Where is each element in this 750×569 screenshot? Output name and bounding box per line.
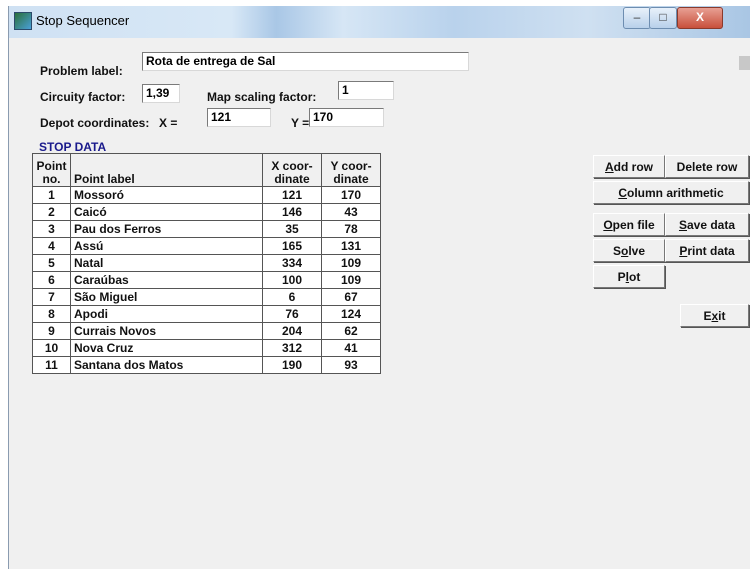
cell-y-coordinate[interactable]: 43 [321,203,381,221]
cell-point-label[interactable]: Caraúbas [70,271,263,289]
cell-point-no[interactable]: 9 [32,322,71,340]
cell-y-coordinate[interactable]: 67 [321,288,381,306]
cell-x-coordinate[interactable]: 165 [262,237,322,255]
cell-x-coordinate[interactable]: 190 [262,356,322,374]
cell-point-label[interactable]: Pau dos Ferros [70,220,263,238]
delete-row-button[interactable]: Delete row [665,155,749,178]
depot-x-field[interactable]: 121 [207,108,271,127]
cell-point-label[interactable]: Santana dos Matos [70,356,263,374]
cell-point-label[interactable]: Caicó [70,203,263,221]
app-icon [14,12,32,30]
column-arithmetic-button[interactable]: Column arithmetic [593,181,749,204]
exit-button[interactable]: Exit [680,304,749,327]
cell-point-no[interactable]: 3 [32,220,71,238]
header-point-no: Point no. [32,153,71,187]
cell-point-no[interactable]: 8 [32,305,71,323]
circuity-factor-field[interactable]: 1,39 [142,84,180,103]
cell-point-label[interactable]: Nova Cruz [70,339,263,357]
cell-y-coordinate[interactable]: 131 [321,237,381,255]
table-row[interactable]: 1 Mossoró 121 170 [32,186,381,204]
cell-point-no[interactable]: 2 [32,203,71,221]
depot-coordinates-caption: Depot coordinates: [40,116,150,130]
depot-y-caption: Y = [291,116,310,130]
save-data-button[interactable]: Save data [665,213,749,236]
depot-y-field[interactable]: 170 [309,108,384,127]
table-row[interactable]: 3 Pau dos Ferros 35 78 [32,220,381,238]
window-title: Stop Sequencer [36,13,130,28]
cell-x-coordinate[interactable]: 100 [262,271,322,289]
open-file-button[interactable]: Open file [593,213,665,236]
table-row[interactable]: 5 Natal 334 109 [32,254,381,272]
plot-button[interactable]: Plot [593,265,665,288]
app-window: Stop Sequencer – □ X Problem label: Rota… [8,6,750,569]
cell-y-coordinate[interactable]: 41 [321,339,381,357]
cell-point-label[interactable]: Apodi [70,305,263,323]
cell-point-no[interactable]: 6 [32,271,71,289]
close-button[interactable]: X [677,7,723,29]
cell-point-label[interactable]: Currais Novos [70,322,263,340]
cell-x-coordinate[interactable]: 76 [262,305,322,323]
cell-point-label[interactable]: Assú [70,237,263,255]
table-row[interactable]: 7 São Miguel 6 67 [32,288,381,306]
cell-y-coordinate[interactable]: 62 [321,322,381,340]
table-row[interactable]: 6 Caraúbas 100 109 [32,271,381,289]
map-scaling-caption: Map scaling factor: [207,90,317,104]
cell-y-coordinate[interactable]: 109 [321,254,381,272]
add-row-button[interactable]: Add row [593,155,665,178]
cell-x-coordinate[interactable]: 121 [262,186,322,204]
header-y-coordinate: Y coor-dinate [321,153,381,187]
print-data-button[interactable]: Print data [665,239,749,262]
stop-data-table: Point no. Point label X coor-dinate Y coo… [32,153,381,374]
maximize-button[interactable]: □ [649,7,677,29]
title-bar[interactable]: Stop Sequencer – □ X [9,6,750,38]
cell-x-coordinate[interactable]: 312 [262,339,322,357]
cell-x-coordinate[interactable]: 146 [262,203,322,221]
problem-label-caption: Problem label: [40,64,123,78]
cell-point-label[interactable]: Mossoró [70,186,263,204]
header-point-label: Point label [70,153,263,187]
cell-point-no[interactable]: 1 [32,186,71,204]
table-row[interactable]: 11 Santana dos Matos 190 93 [32,356,381,374]
cell-point-label[interactable]: Natal [70,254,263,272]
circuity-factor-caption: Circuity factor: [40,90,126,104]
cell-x-coordinate[interactable]: 35 [262,220,322,238]
cell-point-no[interactable]: 11 [32,356,71,374]
table-row[interactable]: 4 Assú 165 131 [32,237,381,255]
cell-point-label[interactable]: São Miguel [70,288,263,306]
map-scaling-field[interactable]: 1 [338,81,394,100]
cell-point-no[interactable]: 7 [32,288,71,306]
table-row[interactable]: 10 Nova Cruz 312 41 [32,339,381,357]
minimize-button[interactable]: – [623,7,651,29]
cell-y-coordinate[interactable]: 170 [321,186,381,204]
cell-y-coordinate[interactable]: 93 [321,356,381,374]
cell-x-coordinate[interactable]: 334 [262,254,322,272]
cell-point-no[interactable]: 5 [32,254,71,272]
table-row[interactable]: 8 Apodi 76 124 [32,305,381,323]
problem-label-field[interactable]: Rota de entrega de Sal [142,52,469,71]
table-row[interactable]: 2 Caicó 146 43 [32,203,381,221]
scrollbar-thumb[interactable] [739,56,750,70]
stop-data-heading: STOP DATA [39,140,107,154]
depot-x-caption: X = [159,116,178,130]
cell-y-coordinate[interactable]: 124 [321,305,381,323]
cell-point-no[interactable]: 10 [32,339,71,357]
cell-y-coordinate[interactable]: 109 [321,271,381,289]
cell-x-coordinate[interactable]: 204 [262,322,322,340]
solve-button[interactable]: Solve [593,239,665,262]
table-row[interactable]: 9 Currais Novos 204 62 [32,322,381,340]
cell-x-coordinate[interactable]: 6 [262,288,322,306]
header-x-coordinate: X coor-dinate [262,153,322,187]
cell-y-coordinate[interactable]: 78 [321,220,381,238]
cell-point-no[interactable]: 4 [32,237,71,255]
